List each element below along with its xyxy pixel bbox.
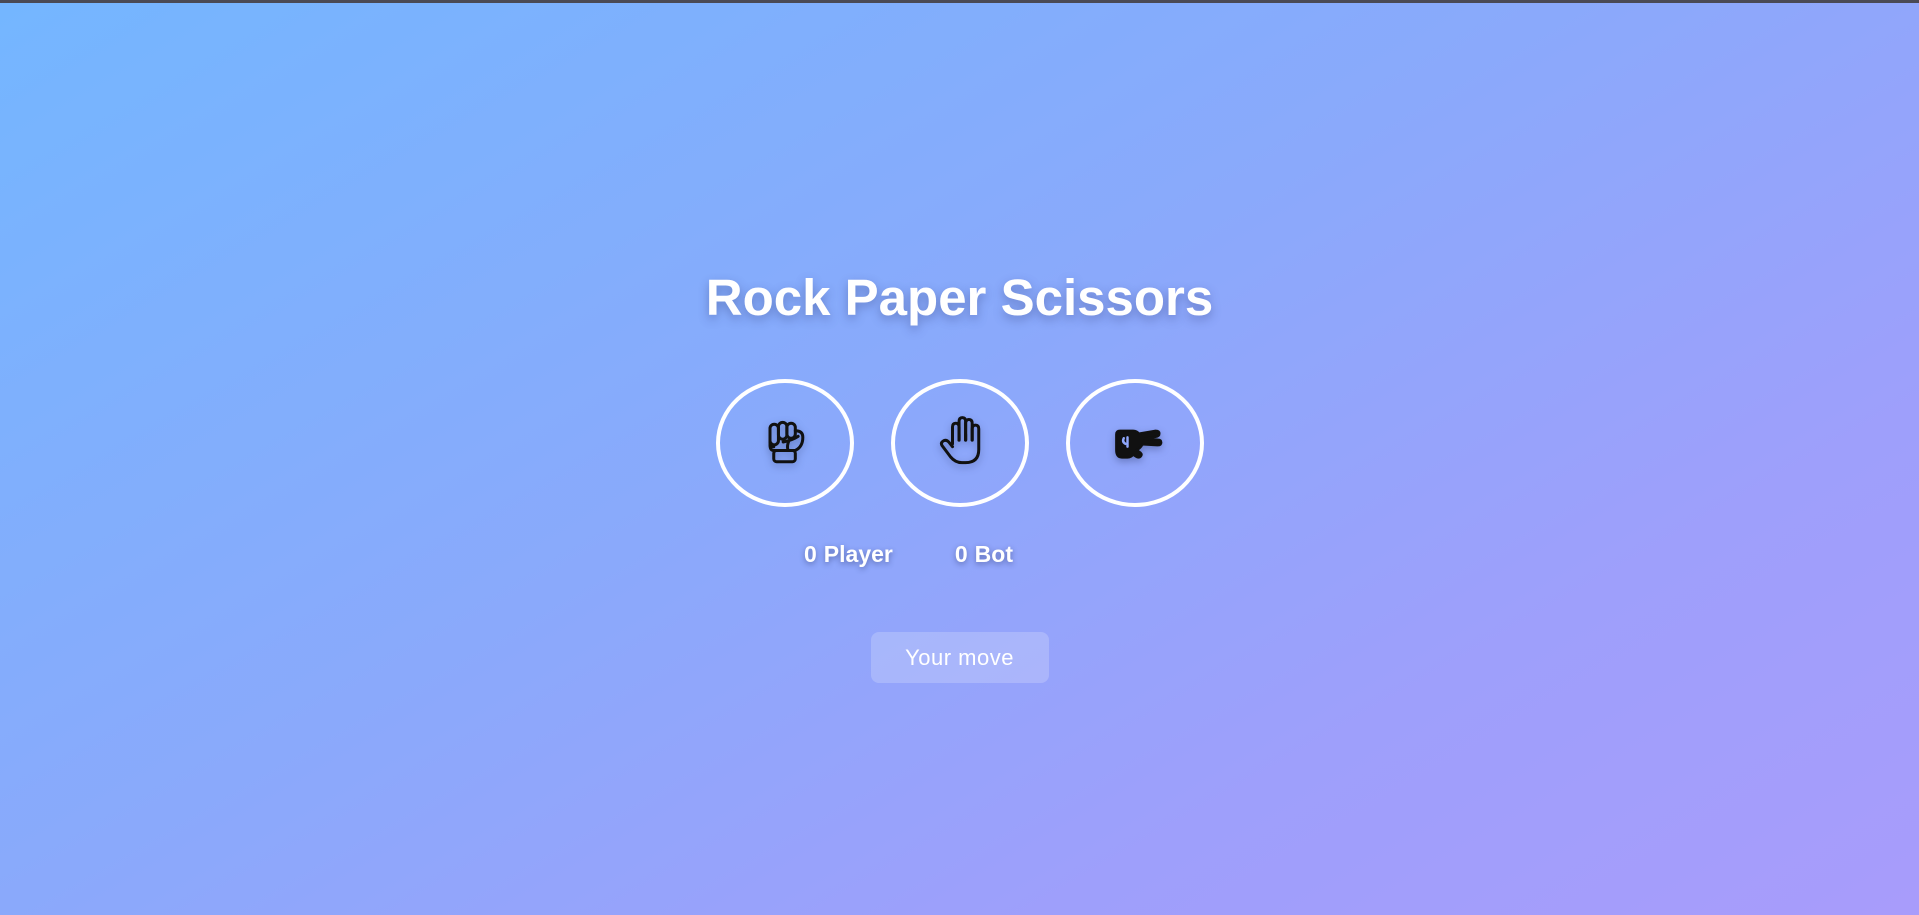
status-area: Your move [0, 632, 1919, 683]
fist-icon [755, 412, 815, 475]
paper-button[interactable] [890, 379, 1029, 507]
player-score: 0 Player [804, 540, 893, 568]
game-container: Rock Paper Scissors 0 Player 0 Bot Your … [0, 0, 1919, 915]
victory-hand-icon [1105, 412, 1165, 475]
your-move-button[interactable]: Your move [870, 632, 1049, 683]
player-score-label: Player [823, 541, 893, 567]
bot-score: 0 Bot [955, 540, 1013, 568]
scoreboard: 0 Player 0 Bot [0, 540, 1919, 568]
player-score-value: 0 [804, 541, 817, 567]
rock-button[interactable] [715, 379, 854, 507]
bot-score-label: Bot [974, 541, 1013, 567]
scissors-button[interactable] [1065, 379, 1204, 507]
open-hand-icon [930, 412, 990, 475]
bot-score-value: 0 [954, 541, 968, 567]
game-title: Rock Paper Scissors [705, 269, 1214, 326]
choice-buttons [0, 379, 1919, 507]
